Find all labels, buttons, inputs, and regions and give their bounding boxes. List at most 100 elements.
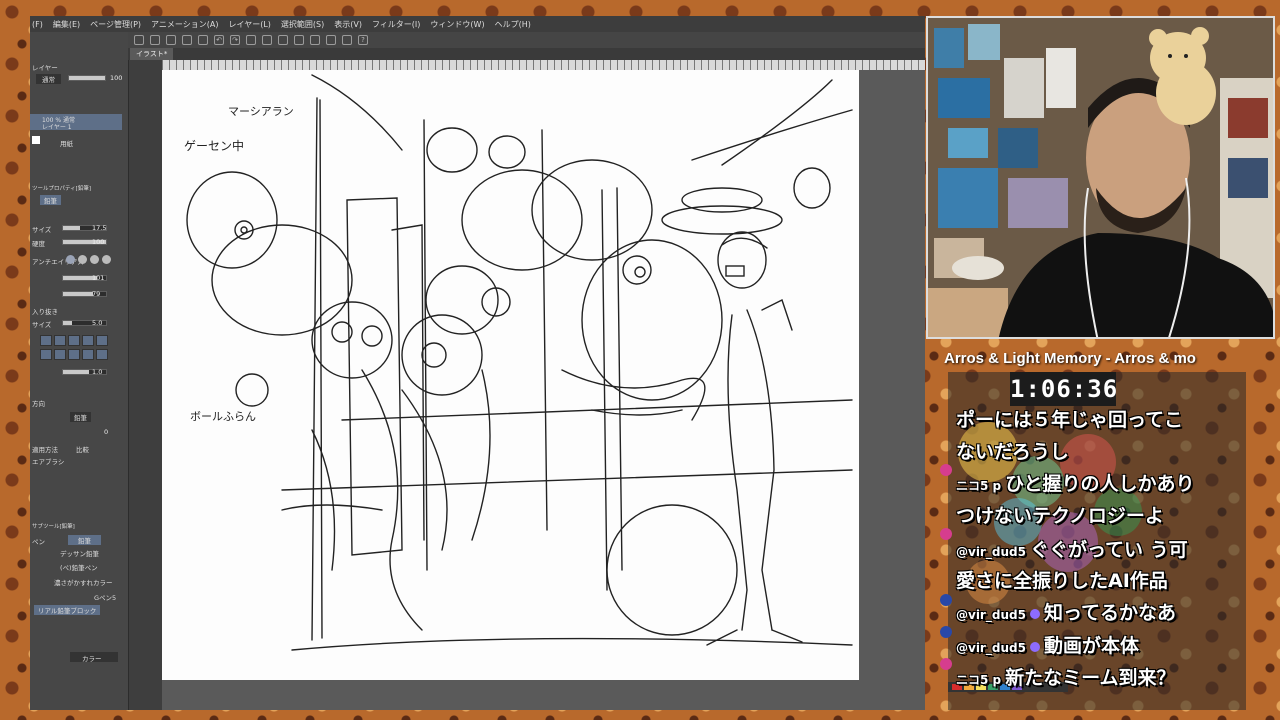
canvas-area[interactable]: マーシアラン ゲーセン中 ボールふらん	[162, 70, 925, 710]
aa-option-3[interactable]	[90, 255, 99, 264]
redo-icon[interactable]: ↷	[230, 35, 240, 45]
menu-page[interactable]: ページ管理(P)	[90, 19, 141, 30]
apply-value[interactable]: 比較	[76, 444, 89, 454]
tool-name: 鉛筆	[40, 195, 61, 205]
select-icon[interactable]	[294, 35, 304, 45]
layer-panel-label: レイヤー	[32, 64, 58, 72]
pressure-btn-9[interactable]	[82, 349, 94, 360]
new-icon[interactable]	[134, 35, 144, 45]
subtool-item-2[interactable]: (ペ)鉛筆ペン	[60, 562, 98, 572]
menu-help[interactable]: ヘルプ(H)	[495, 19, 531, 30]
aa-option-2[interactable]	[78, 255, 87, 264]
sketch-note-3: ボールふらん	[190, 410, 256, 423]
chat-text: つけないテクノロジーよ	[956, 505, 1164, 527]
chat-text: 愛さに全振りしたAI作品	[956, 570, 1168, 592]
chat-message: ニコ5 p ひと握りの人しかあり	[956, 469, 1195, 496]
help-icon[interactable]: ?	[358, 35, 368, 45]
ruler-icon[interactable]	[326, 35, 336, 45]
snap-icon[interactable]	[342, 35, 352, 45]
menu-view[interactable]: 表示(V)	[334, 19, 362, 30]
subtool-item-1[interactable]: デッサン鉛筆	[60, 548, 99, 558]
layer-1-name: レイヤー 1	[42, 124, 72, 131]
chat-message: ポーには５年じゃ回ってこ	[956, 405, 1183, 432]
undo-icon[interactable]: ↶	[214, 35, 224, 45]
density-value: 100	[92, 238, 105, 246]
menu-file[interactable]: (F)	[32, 20, 43, 29]
command-bar: ↶ ↷ ?	[128, 32, 925, 48]
aa-option-1[interactable]	[66, 255, 75, 264]
airbrush-label: エアブラシ	[32, 458, 65, 466]
opacity-value: 100	[110, 74, 123, 82]
menu-animation[interactable]: アニメーション(A)	[151, 19, 218, 30]
tab-illustration[interactable]: イラスト*	[130, 48, 174, 60]
pencil-select[interactable]: 鉛筆	[70, 412, 91, 422]
member-badge-icon	[1029, 641, 1040, 652]
transform-icon[interactable]	[262, 35, 272, 45]
sketch-drawing: マーシアラン ゲーセン中 ボールふらん	[184, 74, 853, 651]
chat-user: ニコ5 p	[956, 673, 1002, 687]
chat-user: @vir_dud5	[956, 641, 1026, 655]
paper-thumbnail	[32, 136, 40, 144]
density-label: 硬度	[32, 240, 45, 248]
menu-filter[interactable]: フィルター(I)	[372, 19, 420, 30]
paste-icon[interactable]	[198, 35, 208, 45]
chat-message: ないだろうし	[956, 437, 1069, 464]
chat-text: ポーには５年じゃ回ってこ	[956, 409, 1184, 431]
subtool-item-4[interactable]: Gペン5	[94, 592, 116, 602]
menu-selection[interactable]: 選択範囲(S)	[281, 19, 324, 30]
drawing-paper[interactable]: マーシアラン ゲーセン中 ボールふらん	[162, 70, 859, 680]
zero-value: 0	[104, 428, 109, 436]
pressure-btn-5[interactable]	[96, 335, 108, 346]
thickness-value: 1.0	[92, 368, 103, 376]
size-value: 17.5	[92, 224, 107, 232]
aa-option-4[interactable]	[102, 255, 111, 264]
hardness-value: 79	[92, 290, 101, 298]
menu-bar: (F) 編集(E) ページ管理(P) アニメーション(A) レイヤー(L) 選択…	[30, 16, 925, 32]
chat-message: @vir_dud5 動画が本体	[956, 631, 1139, 658]
pressure-btn-4[interactable]	[82, 335, 94, 346]
fill-icon[interactable]	[278, 35, 288, 45]
antialias-label: アンチエイリアス	[32, 258, 84, 266]
subtool-tab-pen[interactable]: ペン	[32, 536, 45, 546]
chat-avatar-niko	[940, 464, 952, 476]
pressure-btn-7[interactable]	[54, 349, 66, 360]
horizontal-ruler	[162, 60, 925, 70]
subtool-item-3[interactable]: 濃さがかすれカラー	[54, 577, 113, 587]
chat-text: ひと握りの人しかあり	[1005, 473, 1195, 495]
stroke-label: 入り抜き	[32, 308, 58, 316]
pressure-btn-3[interactable]	[68, 335, 80, 346]
color-select[interactable]: カラー	[70, 652, 118, 663]
tool-column	[128, 32, 162, 710]
opacity-slider[interactable]	[68, 75, 106, 81]
chat-avatar-vir	[940, 528, 952, 540]
pressure-btn-2[interactable]	[54, 335, 66, 346]
chat-text: 知ってるかなあ	[1043, 602, 1176, 624]
crop-icon[interactable]	[310, 35, 320, 45]
pressure-btn-8[interactable]	[68, 349, 80, 360]
menu-layer[interactable]: レイヤー(L)	[228, 19, 270, 30]
chat-text: 新たなミーム到来？	[1005, 667, 1176, 689]
sketch-note-2: ゲーセン中	[184, 138, 244, 153]
canvas-tab-bar: イラスト*	[128, 48, 925, 60]
menu-edit[interactable]: 編集(E)	[53, 19, 80, 30]
pressure-btn-10[interactable]	[96, 349, 108, 360]
subtool-item-5[interactable]: リアル鉛筆ブロック	[34, 605, 101, 615]
copy-icon[interactable]	[182, 35, 192, 45]
pressure-btn-1[interactable]	[40, 335, 52, 346]
size2-value: 5.0	[92, 319, 103, 327]
chat-text: 動画が本体	[1043, 635, 1139, 657]
open-icon[interactable]	[150, 35, 160, 45]
chat-user: @vir_dud5	[956, 545, 1026, 559]
pressure-btn-6[interactable]	[40, 349, 52, 360]
blend-mode-select[interactable]: 通常	[36, 74, 61, 84]
size-label: サイズ	[32, 226, 52, 234]
layer-row-1[interactable]: 100 % 通常 レイヤー 1	[30, 114, 122, 131]
menu-window[interactable]: ウィンドウ(W)	[430, 19, 484, 30]
webcam-image	[928, 18, 1273, 337]
subtool-tab-pencil[interactable]: 鉛筆	[68, 535, 101, 545]
chat-avatar-vir-3	[940, 626, 952, 638]
clear-icon[interactable]	[246, 35, 256, 45]
webcam-feed	[926, 16, 1275, 339]
sketch-note-1: マーシアラン	[228, 105, 294, 118]
save-icon[interactable]	[166, 35, 176, 45]
